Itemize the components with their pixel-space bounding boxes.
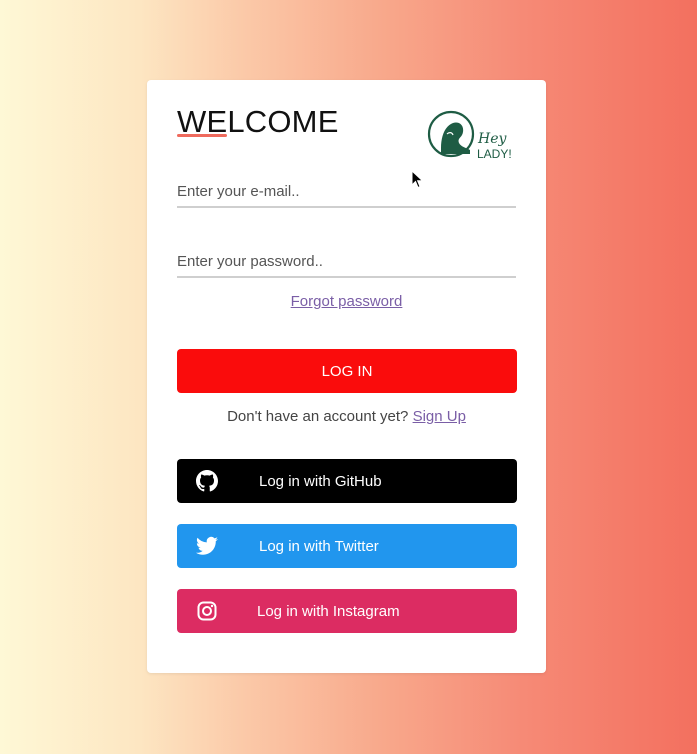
- github-icon: [195, 469, 219, 493]
- twitter-login-button[interactable]: Log in with Twitter: [177, 524, 517, 568]
- instagram-login-button[interactable]: Log in with Instagram: [177, 589, 517, 633]
- email-field-wrapper: [177, 176, 516, 208]
- signup-prompt: Don't have an account yet?: [227, 408, 409, 425]
- title-underline: [177, 134, 227, 137]
- logo-text-lady: LADY!: [477, 147, 512, 161]
- logo-graphic: Hey LADY!: [427, 110, 512, 161]
- email-field[interactable]: [177, 176, 516, 206]
- password-field[interactable]: [177, 246, 516, 276]
- login-card: WELCOME Hey LADY! Forgot password LOG IN…: [147, 80, 546, 673]
- instagram-login-label: Log in with Instagram: [257, 602, 400, 620]
- github-login-button[interactable]: Log in with GitHub: [177, 459, 517, 503]
- signup-link[interactable]: Sign Up: [413, 408, 466, 425]
- github-login-label: Log in with GitHub: [259, 472, 382, 490]
- password-field-wrapper: [177, 246, 516, 278]
- login-button-label: LOG IN: [321, 362, 373, 380]
- forgot-password-row: Forgot password: [147, 293, 546, 310]
- mouse-cursor-icon: [411, 169, 425, 190]
- instagram-icon: [195, 599, 219, 623]
- twitter-login-label: Log in with Twitter: [259, 537, 379, 555]
- logo-text-hey: Hey: [477, 131, 507, 147]
- signup-row: Don't have an account yet? Sign Up: [147, 408, 546, 425]
- forgot-password-link[interactable]: Forgot password: [291, 293, 403, 310]
- login-button[interactable]: LOG IN: [177, 349, 517, 393]
- twitter-icon: [195, 534, 219, 558]
- hey-lady-logo: Hey LADY!: [427, 110, 519, 162]
